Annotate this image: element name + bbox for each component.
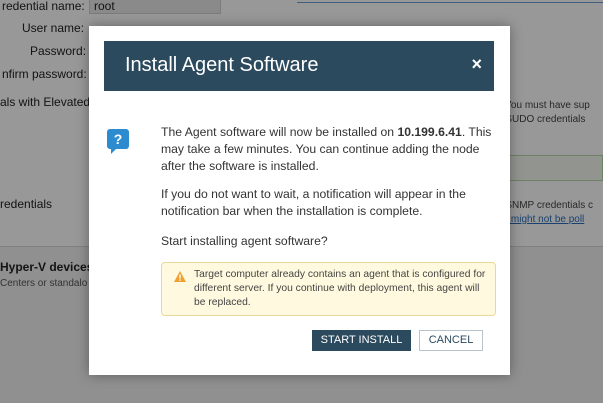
help-bubble-icon: ?	[107, 129, 129, 154]
dialog-header: Install Agent Software ×	[104, 41, 494, 91]
notification-message: If you do not want to wait, a notificati…	[161, 187, 466, 218]
install-agent-dialog: Install Agent Software × ? The Agent sof…	[89, 26, 510, 375]
install-message: The Agent software will now be installed…	[161, 124, 496, 175]
dialog-title: Install Agent Software	[125, 54, 319, 76]
warning-text: Target computer already contains an agen…	[194, 269, 486, 308]
warning-triangle-icon	[174, 271, 186, 282]
warning-box: Target computer already contains an agen…	[161, 262, 496, 316]
install-message-prefix: The Agent software will now be installed…	[161, 125, 398, 139]
ip-address: 10.199.6.41	[397, 125, 462, 139]
cancel-button[interactable]: CANCEL	[419, 330, 483, 351]
close-icon[interactable]: ×	[471, 55, 482, 73]
start-install-button[interactable]: START INSTALL	[312, 330, 411, 351]
confirm-question: Start installing agent software?	[161, 234, 328, 248]
